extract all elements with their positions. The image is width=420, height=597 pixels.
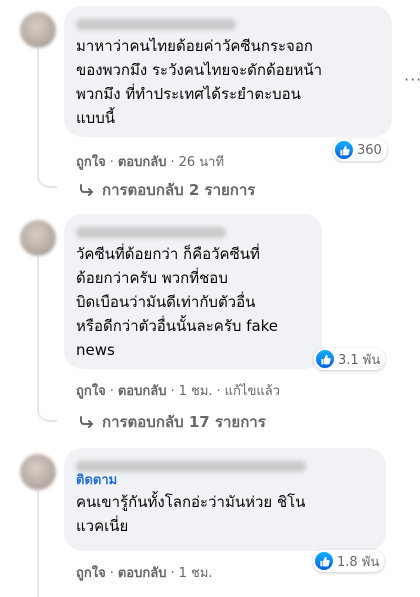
- redacted-name: [76, 19, 236, 30]
- comment-actions: ถูกใจ · ตอบกลับ · 26 นาที: [76, 151, 224, 172]
- replies-label: การตอบกลับ 2 รายการ: [102, 181, 256, 199]
- comment-line: วัคซีนที่ด้อยกว่า ก็คือวัคซีนที่: [76, 245, 260, 263]
- thread-line: [37, 256, 39, 406]
- thread-line: [37, 490, 39, 597]
- comment-line: หรือดีกว่าตัวอื่นนั้นละครับ fake: [76, 317, 279, 335]
- reaction-count: 3.1 พัน: [338, 352, 381, 368]
- reply-button[interactable]: ตอบกลับ: [118, 155, 167, 170]
- replies-label: การตอบกลับ 17 รายการ: [102, 413, 266, 431]
- thread-elbow: [37, 406, 57, 422]
- more-horizontal-icon[interactable]: ···: [404, 70, 420, 89]
- like-button[interactable]: ถูกใจ: [76, 384, 106, 399]
- redacted-name: [76, 227, 226, 238]
- thread-elbow: [37, 172, 57, 188]
- comment-line: news: [76, 341, 115, 359]
- comment-line: คนเขารู้กันทั้งโลกอ่ะว่ามันห่วย ชิโน: [76, 493, 306, 511]
- comment-line: แวคเนี่ย: [76, 517, 129, 535]
- comment-text: วัคซีนที่ด้อยกว่า ก็คือวัคซีนที่ ด้อยกว่…: [76, 242, 310, 362]
- comment-line: บิดเบือนว่ามันดีเท่ากับตัวอื่น: [76, 293, 256, 311]
- like-thumb-icon: [315, 552, 333, 570]
- avatar[interactable]: [20, 454, 56, 490]
- separator-dot: ·: [216, 384, 221, 399]
- comment-bubble: ติดตาม คนเขารู้กันทั้งโลกอ่ะว่ามันห่วย ช…: [64, 448, 386, 551]
- author-name-redacted[interactable]: [76, 456, 374, 472]
- like-button[interactable]: ถูกใจ: [76, 566, 106, 581]
- avatar[interactable]: [20, 220, 56, 256]
- reaction-count-badge[interactable]: 1.8 พัน: [313, 550, 385, 572]
- avatar[interactable]: [20, 12, 56, 48]
- edited-label[interactable]: แก้ไขแล้ว: [225, 384, 280, 399]
- comment-text: มาหาว่าคนไทยด้อยค่าวัคซีนกระจอก ของพวกมึ…: [76, 34, 380, 130]
- author-name-redacted[interactable]: [76, 14, 380, 30]
- timestamp[interactable]: 1 ชม.: [179, 566, 213, 581]
- view-replies-link[interactable]: การตอบกลับ 2 รายการ: [80, 178, 255, 202]
- separator-dot: ·: [109, 384, 114, 399]
- reaction-count-badge[interactable]: 360: [333, 139, 387, 161]
- timestamp[interactable]: 26 นาที: [179, 155, 224, 170]
- redacted-name: [76, 461, 306, 472]
- reply-arrow-icon: [80, 184, 93, 196]
- like-button[interactable]: ถูกใจ: [76, 155, 106, 170]
- reply-arrow-icon: [80, 416, 93, 428]
- separator-dot: ·: [109, 566, 114, 581]
- like-thumb-icon: [335, 141, 353, 159]
- separator-dot: ·: [170, 566, 175, 581]
- comment-line: ด้อยกว่าครับ พวกที่ชอบ: [76, 269, 228, 287]
- reaction-count: 1.8 พัน: [337, 554, 380, 570]
- comment-actions: ถูกใจ · ตอบกลับ · 1 ชม. · แก้ไขแล้ว: [76, 380, 280, 401]
- thread-line: [37, 48, 39, 172]
- separator-dot: ·: [170, 155, 175, 170]
- author-name-redacted[interactable]: [76, 222, 310, 238]
- reply-button[interactable]: ตอบกลับ: [118, 384, 167, 399]
- timestamp[interactable]: 1 ชม.: [179, 384, 213, 399]
- comment-line: มาหาว่าคนไทยด้อยค่าวัคซีนกระจอก: [76, 37, 313, 55]
- separator-dot: ·: [109, 155, 114, 170]
- like-thumb-icon: [316, 350, 334, 368]
- reaction-count: 360: [357, 142, 382, 158]
- comment-text: คนเขารู้กันทั้งโลกอ่ะว่ามันห่วย ชิโน แวค…: [76, 490, 374, 538]
- comment-line: พวกมึง ที่ทำประเทศได้ระยำตะบอน: [76, 85, 301, 103]
- comment-actions: ถูกใจ · ตอบกลับ · 1 ชม.: [76, 562, 213, 583]
- reaction-count-badge[interactable]: 3.1 พัน: [314, 348, 386, 370]
- separator-dot: ·: [170, 384, 175, 399]
- view-replies-link[interactable]: การตอบกลับ 17 รายการ: [80, 410, 266, 434]
- comment-bubble: มาหาว่าคนไทยด้อยค่าวัคซีนกระจอก ของพวกมึ…: [64, 6, 392, 137]
- comment-line: แบบนี้: [76, 109, 115, 127]
- reply-button[interactable]: ตอบกลับ: [118, 566, 167, 581]
- comment-line: ของพวกมึง ระวังคนไทยจะดักด้อยหน้า: [76, 61, 323, 79]
- comment-bubble: วัคซีนที่ด้อยกว่า ก็คือวัคซีนที่ ด้อยกว่…: [64, 214, 322, 369]
- follow-button[interactable]: ติดตาม: [76, 472, 374, 490]
